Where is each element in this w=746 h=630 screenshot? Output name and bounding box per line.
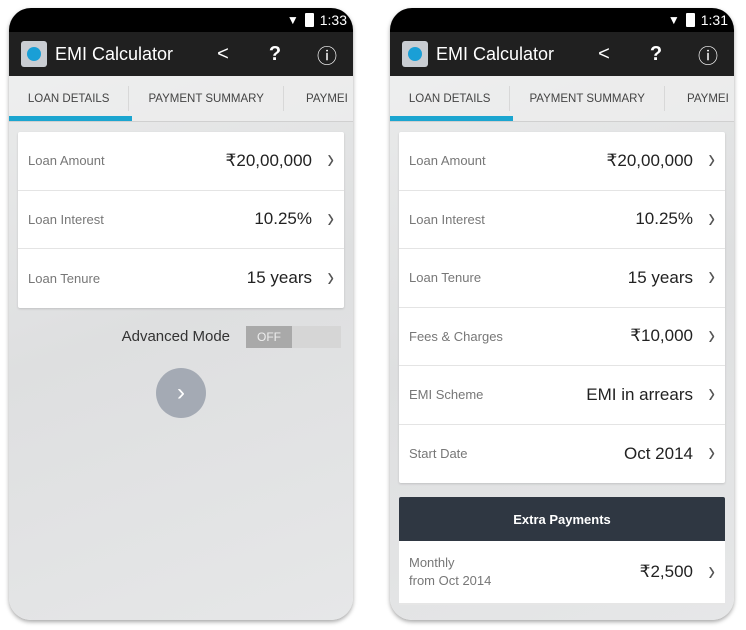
- wifi-icon: ▼: [667, 13, 680, 27]
- loan-field-row[interactable]: EMI Scheme EMI in arrears ›: [399, 366, 725, 425]
- extra-payment-value: ₹2,500: [639, 562, 693, 581]
- toggle-state: OFF: [246, 325, 292, 348]
- app-toolbar: EMI Calculator <? ⓘ: [390, 32, 734, 76]
- chevron-right-icon: ›: [708, 320, 715, 351]
- tab-2[interactable]: PAYMENT SUMMARY: [129, 86, 285, 111]
- loan-field-row[interactable]: Fees & Charges ₹10,000 ›: [399, 308, 725, 366]
- chevron-right-icon: ›: [708, 437, 715, 469]
- help-icon[interactable]: ?: [630, 43, 682, 66]
- field-value: EMI in arrears: [586, 384, 693, 404]
- battery-icon: [304, 13, 314, 27]
- status-time: 1:31: [700, 12, 728, 28]
- tab-3[interactable]: PAYMEI: [284, 86, 353, 111]
- phone-screen-basic: ▼ 1:33 EMI Calculator <? ⓘ LOAN DETAILS PAYMEN…: [9, 8, 353, 620]
- wifi-icon: ▼: [286, 13, 299, 27]
- loan-details-card: Loan Amount ₹20,00,000 › Loan Interest 10.25…: [18, 132, 344, 308]
- status-time: 1:33: [319, 12, 347, 28]
- field-value: 10.25%: [635, 209, 693, 229]
- field-label: Loan Interest: [28, 211, 104, 227]
- tab-3[interactable]: PAYMEI: [665, 86, 734, 111]
- tab-1[interactable]: LOAN DETAILS: [9, 86, 130, 111]
- info-icon[interactable]: ⓘ: [682, 40, 734, 69]
- field-label: Loan Amount: [28, 153, 105, 169]
- field-label: Loan Interest: [409, 211, 485, 227]
- status-bar: ▼ 1:31: [390, 8, 734, 32]
- loan-field-row[interactable]: Start Date Oct 2014 ›: [399, 425, 725, 484]
- extra-payment-row[interactable]: Monthly from Oct 2014 ₹2,500 ›: [399, 541, 725, 605]
- app-title: EMI Calculator: [55, 43, 174, 64]
- info-icon[interactable]: ⓘ: [301, 40, 353, 69]
- tab-bar: LOAN DETAILS PAYMENT SUMMARY PAYMEI: [390, 76, 734, 122]
- next-button[interactable]: ›: [156, 367, 206, 418]
- app-logo-icon: [21, 41, 47, 67]
- field-value: 15 years: [627, 267, 693, 287]
- field-value: 10.25%: [254, 209, 312, 229]
- advanced-mode-toggle[interactable]: OFF: [246, 325, 341, 348]
- field-label: Loan Tenure: [409, 270, 482, 286]
- extra-payment-frequency: Monthly: [409, 555, 455, 570]
- field-value: ₹20,00,000: [606, 150, 693, 170]
- chevron-right-icon: ›: [708, 555, 715, 587]
- field-value: ₹10,000: [630, 326, 693, 346]
- battery-icon: [685, 13, 695, 27]
- share-icon[interactable]: <: [578, 43, 630, 66]
- extra-payment-label: Monthly from Oct 2014: [409, 554, 640, 590]
- extra-payment-start: from Oct 2014: [409, 573, 492, 588]
- chevron-right-icon: ›: [327, 203, 334, 234]
- field-value: ₹20,00,000: [225, 150, 312, 170]
- loan-details-card: Loan Amount ₹20,00,000 › Loan Interest 10.25…: [399, 132, 725, 483]
- loan-field-row[interactable]: Loan Amount ₹20,00,000 ›: [18, 132, 344, 191]
- extra-payments-header: Extra Payments: [399, 497, 725, 541]
- status-bar: ▼ 1:33: [9, 8, 353, 32]
- field-label: EMI Scheme: [409, 387, 484, 403]
- active-tab-indicator: [9, 116, 132, 121]
- field-label: Loan Amount: [409, 153, 486, 169]
- tab-2[interactable]: PAYMENT SUMMARY: [510, 86, 666, 111]
- tab-1[interactable]: LOAN DETAILS: [390, 86, 511, 111]
- loan-field-row[interactable]: Loan Tenure 15 years ›: [18, 249, 344, 308]
- loan-field-row[interactable]: Loan Tenure 15 years ›: [399, 249, 725, 308]
- app-logo-icon: [402, 41, 428, 67]
- field-label: Fees & Charges: [409, 328, 503, 344]
- share-icon[interactable]: <: [197, 43, 249, 66]
- phone-screen-advanced: ▼ 1:31 EMI Calculator <? ⓘ LOAN DETAILS PAYMEN…: [390, 8, 734, 620]
- loan-field-row[interactable]: Loan Amount ₹20,00,000 ›: [399, 132, 725, 191]
- field-label: Start Date: [409, 446, 468, 462]
- chevron-right-icon: ›: [327, 144, 334, 176]
- help-icon[interactable]: ?: [249, 43, 301, 66]
- app-toolbar: EMI Calculator <? ⓘ: [9, 32, 353, 76]
- chevron-right-icon: ›: [708, 378, 715, 410]
- chevron-right-icon: ›: [327, 262, 334, 293]
- field-label: Loan Tenure: [28, 270, 101, 286]
- extra-payments-list: Monthly from Oct 2014 ₹2,500 ›: [399, 541, 725, 605]
- tab-bar: LOAN DETAILS PAYMENT SUMMARY PAYMEI: [9, 76, 353, 122]
- field-value: 15 years: [246, 268, 312, 288]
- app-title: EMI Calculator: [436, 43, 555, 64]
- active-tab-indicator: [390, 116, 513, 121]
- loan-field-row[interactable]: Loan Interest 10.25% ›: [18, 191, 344, 249]
- advanced-mode-label: Advanced Mode: [121, 328, 230, 345]
- advanced-mode-row: Advanced Mode OFF: [21, 325, 341, 348]
- chevron-right-icon: ›: [708, 261, 715, 293]
- chevron-right-icon: ›: [708, 144, 715, 176]
- chevron-right-icon: ›: [708, 203, 715, 234]
- field-value: Oct 2014: [624, 443, 693, 463]
- loan-field-row[interactable]: Loan Interest 10.25% ›: [399, 191, 725, 249]
